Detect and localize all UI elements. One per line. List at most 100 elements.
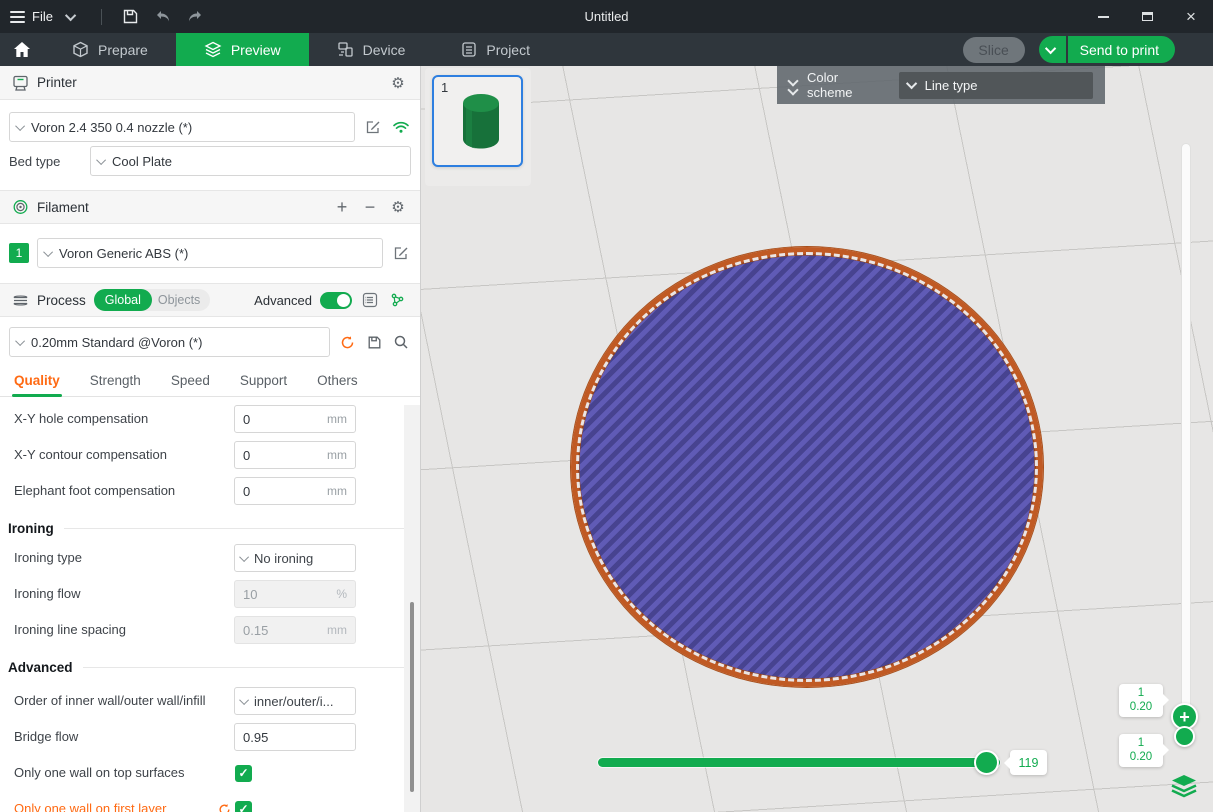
chevron-down-icon [1045,42,1056,53]
process-param-search-button[interactable] [388,290,408,310]
process-tab-support[interactable]: Support [240,364,287,397]
xy-hole-compensation-input[interactable]: mm [234,405,356,433]
filament-edit-button[interactable] [391,243,411,263]
undo-button[interactable] [150,5,176,29]
elephant-foot-compensation-input[interactable]: mm [234,477,356,505]
process-tab-speed[interactable]: Speed [171,364,210,397]
move-slider-track[interactable] [598,758,1000,767]
ironing-type-dropdown[interactable]: No ironing [234,544,356,572]
setting-unit: mm [327,412,355,426]
reset-setting-button[interactable] [213,799,235,812]
preview-3d-viewport[interactable]: 1 Color scheme Line type 1 0.20 [421,66,1213,812]
printer-edit-button[interactable] [363,117,383,137]
ironing-type-value: No ironing [254,551,313,566]
process-tab-quality[interactable]: Quality [14,364,60,397]
setting-row: X-Y contour compensation mm [0,441,420,469]
scope-objects-button[interactable]: Objects [152,293,210,307]
setting-label: Bridge flow [14,729,88,745]
save-icon [122,8,139,25]
only-one-wall-top-checkbox[interactable]: ✓ [235,765,252,782]
slice-button[interactable]: Slice [963,37,1025,63]
setting-value-input[interactable] [235,448,327,463]
process-save-button[interactable] [364,332,384,352]
group-divider [64,528,410,529]
only-one-wall-first-layer-checkbox[interactable]: ✓ [235,801,252,812]
collapse-double-chevron-icon[interactable] [789,77,797,94]
move-slider-value: 119 [1019,756,1039,770]
wall-order-dropdown[interactable]: inner/outer/i... [234,687,356,715]
home-button[interactable] [0,33,44,66]
file-menu-button[interactable]: File [10,9,53,24]
setting-value-input[interactable] [235,412,327,427]
process-preset-dropdown[interactable]: 0.20mm Standard @Voron (*) [9,327,330,357]
move-slider-handle[interactable] [974,750,999,775]
scope-global-button[interactable]: Global [94,289,152,311]
color-scheme-dropdown[interactable]: Line type [899,72,1093,99]
process-search-button[interactable] [391,332,411,352]
setting-value-input[interactable] [235,484,327,499]
tab-preview[interactable]: Preview [176,33,309,66]
printer-connection-button[interactable] [391,117,411,137]
file-menu-label: File [32,9,53,24]
bed-type-dropdown[interactable]: Cool Plate [90,146,411,176]
maximize-button[interactable] [1125,0,1169,33]
filament-slot-badge[interactable]: 1 [9,243,29,263]
filament-spool-icon [12,199,29,215]
toolbar-divider [101,9,102,25]
filament-preset-dropdown[interactable]: Voron Generic ABS (*) [37,238,383,268]
xy-contour-compensation-input[interactable]: mm [234,441,356,469]
advanced-group-header: Advanced [0,660,420,675]
layer-slider-lower-handle[interactable] [1174,726,1195,747]
add-filament-button[interactable]: + [332,197,352,217]
setting-row: Ironing type No ironing [0,544,420,572]
process-reset-button[interactable] [337,332,357,352]
setting-value-input[interactable] [235,730,355,745]
sidebar-scrollbar-thumb[interactable] [410,602,414,792]
tab-prepare[interactable]: Prepare [44,33,176,66]
plate-thumbnail[interactable]: 1 [432,75,523,167]
ironing-group-title: Ironing [8,521,54,536]
save-icon [367,335,382,350]
file-menu-dropdown[interactable] [59,5,85,29]
advanced-toggle-label: Advanced [254,293,312,308]
device-icon [337,41,354,58]
printer-settings-button[interactable]: ⚙ [388,73,408,93]
plus-icon: + [1179,708,1190,726]
move-slider-value-bubble: 119 [1010,750,1047,775]
process-layers-icon [12,293,29,308]
setting-label: Ironing type [14,550,92,566]
setting-label: X-Y hole compensation [14,411,158,427]
printer-preset-dropdown[interactable]: Voron 2.4 350 0.4 nozzle (*) [9,112,355,142]
bridge-flow-input[interactable] [234,723,356,751]
setting-unit: mm [327,448,355,462]
filament-settings-button[interactable]: ⚙ [388,197,408,217]
remove-filament-button[interactable]: − [360,197,380,217]
send-to-print-button[interactable]: Send to print [1068,36,1175,63]
layer-slider-track[interactable] [1181,143,1191,745]
close-button[interactable]: × [1169,0,1213,33]
process-tab-others[interactable]: Others [317,364,358,397]
home-icon [13,41,31,58]
layer-number: 1 [1119,736,1163,750]
filament-section-title: Filament [37,200,89,215]
tab-project-label: Project [486,42,530,58]
tab-project[interactable]: Project [433,33,558,66]
advanced-toggle[interactable] [320,292,352,309]
process-preset-value: 0.20mm Standard @Voron (*) [31,335,202,350]
setting-unit: % [336,587,355,601]
send-options-button[interactable] [1039,36,1066,63]
quality-settings-list: X-Y hole compensation mm X-Y contour com… [0,405,420,812]
tab-device[interactable]: Device [309,33,434,66]
layer-tooltip-top: 1 0.20 [1119,684,1163,717]
setting-row: Ironing flow % [0,580,420,608]
process-list-view-button[interactable] [360,290,380,310]
layers-mode-button[interactable] [1170,774,1198,798]
process-tab-strength[interactable]: Strength [90,364,141,397]
tab-preview-label: Preview [231,42,281,58]
minimize-button[interactable] [1081,0,1125,33]
redo-button[interactable] [182,5,208,29]
save-button[interactable] [118,5,144,29]
setting-label: Ironing flow [14,586,90,602]
gear-icon: ⚙ [391,198,404,216]
setting-label: Elephant foot compensation [14,483,185,499]
